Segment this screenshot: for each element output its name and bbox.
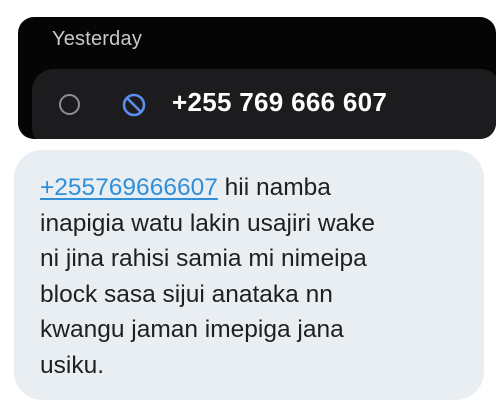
message-line-5: kwangu jaman imepiga jana <box>40 316 344 343</box>
message-line-3: ni jina rahisi samia mi nimeipa <box>40 245 367 272</box>
phone-number-link[interactable]: +255769666607 <box>40 174 218 201</box>
call-log-entry[interactable]: +255 769 666 607 <box>32 69 496 139</box>
screen: Yesterday +255 769 666 607 +255769666607… <box>0 0 500 403</box>
blocked-icon <box>122 93 146 117</box>
radio-circle-icon[interactable] <box>59 94 80 115</box>
message-line-2: inapigia watu lakin usajiri wake <box>40 209 376 237</box>
message-line-1: hii namba <box>217 174 331 201</box>
section-header-yesterday: Yesterday <box>52 28 143 50</box>
message-text: +255769666607 hii namba inapigia watu lak… <box>40 170 460 383</box>
call-log-number: +255 769 666 607 <box>172 87 388 117</box>
message-line-6: usiku. <box>40 351 105 379</box>
message-bubble: +255769666607 hii namba inapigia watu lak… <box>14 150 484 400</box>
message-line-4: block sasa sijui anataka nn <box>40 280 333 308</box>
call-log-panel: Yesterday +255 769 666 607 <box>18 17 496 139</box>
